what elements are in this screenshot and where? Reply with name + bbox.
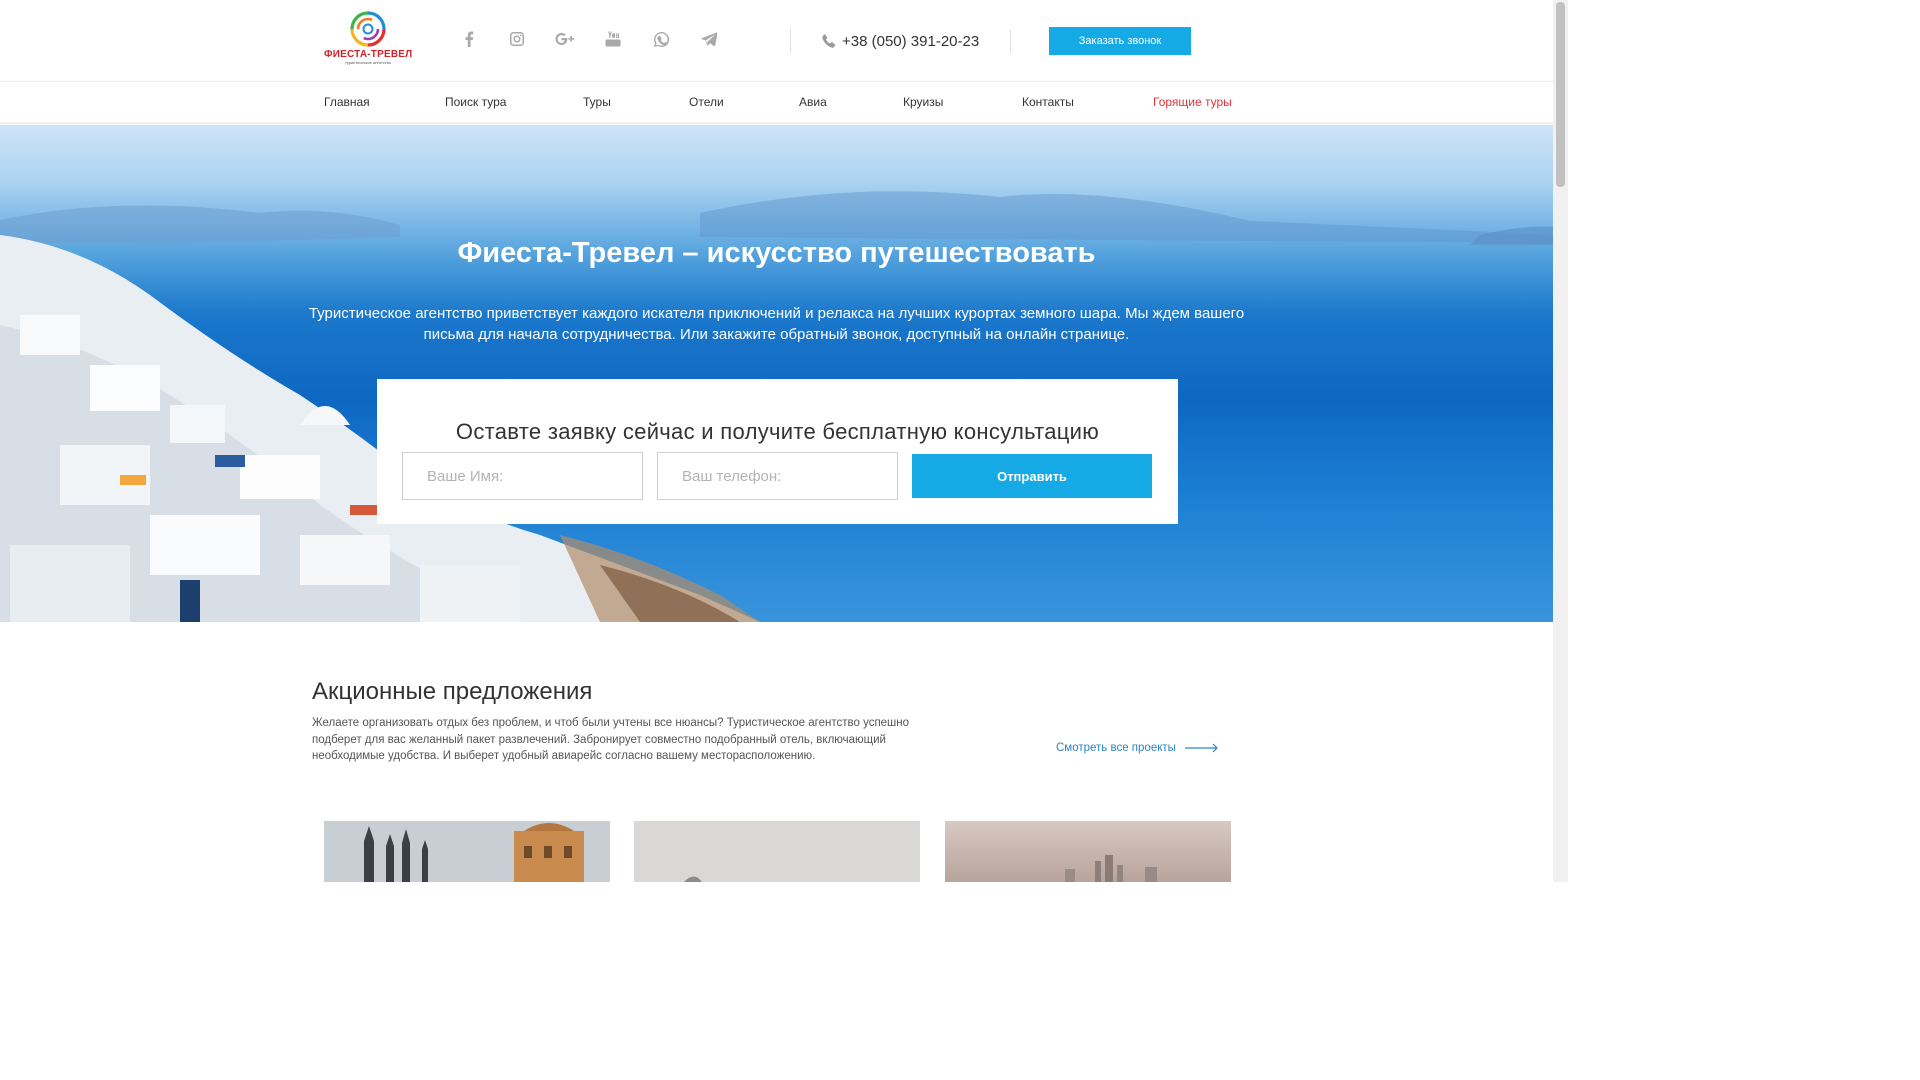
offer-card-image: [324, 821, 610, 882]
offer-card-image: [945, 821, 1231, 882]
main-nav: Главная Поиск тура Туры Отели Авиа Круиз…: [0, 82, 1553, 124]
nav-item-contacts[interactable]: Контакты: [1022, 82, 1074, 122]
offer-card[interactable]: [324, 821, 610, 882]
nav-item-cruises[interactable]: Круизы: [903, 82, 943, 122]
hero-title: Фиеста-Тревел – искусство путешествовать: [457, 237, 1096, 269]
logo-swirl-icon: [350, 11, 386, 47]
hero-description: Туристическое агентство приветствует каж…: [308, 305, 1245, 343]
instagram-icon[interactable]: [504, 26, 530, 52]
arrow-right-icon: [1184, 743, 1218, 753]
nav-item-tour-search[interactable]: Поиск тура: [445, 82, 506, 122]
phone-icon: [822, 34, 836, 48]
logo-subtitle: туристическое агентство: [345, 60, 391, 65]
offer-card[interactable]: [945, 821, 1231, 882]
youtube-icon[interactable]: [600, 26, 626, 52]
phone-number: +38 (050) 391-20-23: [842, 32, 980, 50]
name-input[interactable]: [402, 452, 643, 500]
submit-button[interactable]: Отправить: [912, 454, 1152, 498]
hero-banner: Фиеста-Тревел – искусство путешествовать…: [0, 125, 1553, 622]
view-all-label: Смотреть все проекты: [1056, 742, 1176, 754]
consultation-form: Оставте заявку сейчас и получите бесплат…: [377, 379, 1178, 524]
site-logo[interactable]: ФИЕСТА-ТРЕВЕЛ туристическое агентство: [324, 10, 412, 70]
nav-item-flights[interactable]: Авиа: [799, 82, 827, 122]
logo-name: ФИЕСТА-ТРЕВЕЛ: [324, 49, 413, 60]
offers-description: Желаете организовать отдых без проблем, …: [312, 717, 910, 762]
google-plus-icon[interactable]: [552, 26, 578, 52]
nav-item-home[interactable]: Главная: [324, 82, 370, 122]
header-divider: [1010, 29, 1011, 53]
whatsapp-icon[interactable]: [648, 26, 674, 52]
social-links: [456, 26, 744, 52]
view-all-link[interactable]: Смотреть все проекты: [1056, 740, 1219, 756]
offer-card[interactable]: [634, 821, 920, 882]
offer-card-image: [634, 821, 920, 882]
phone-input[interactable]: [657, 452, 898, 500]
callback-button[interactable]: Заказать звонок: [1049, 27, 1191, 55]
scrollbar-thumb[interactable]: [1556, 2, 1565, 187]
header-divider: [790, 29, 791, 53]
offers-title: Акционные предложения: [312, 678, 593, 705]
site-header: ФИЕСТА-ТРЕВЕЛ туристическое агентство +3…: [0, 0, 1553, 82]
page-scrollbar[interactable]: [1553, 0, 1568, 882]
header-phone[interactable]: +38 (050) 391-20-23: [822, 28, 979, 54]
facebook-icon[interactable]: [456, 26, 482, 52]
nav-item-hotels[interactable]: Отели: [689, 82, 724, 122]
hero-background-image: [0, 191, 1553, 622]
nav-item-hot-tours[interactable]: Горящие туры: [1153, 82, 1232, 122]
telegram-icon[interactable]: [696, 26, 722, 52]
form-title: Оставте заявку сейчас и получите бесплат…: [455, 419, 1100, 444]
nav-item-tours[interactable]: Туры: [583, 82, 611, 122]
